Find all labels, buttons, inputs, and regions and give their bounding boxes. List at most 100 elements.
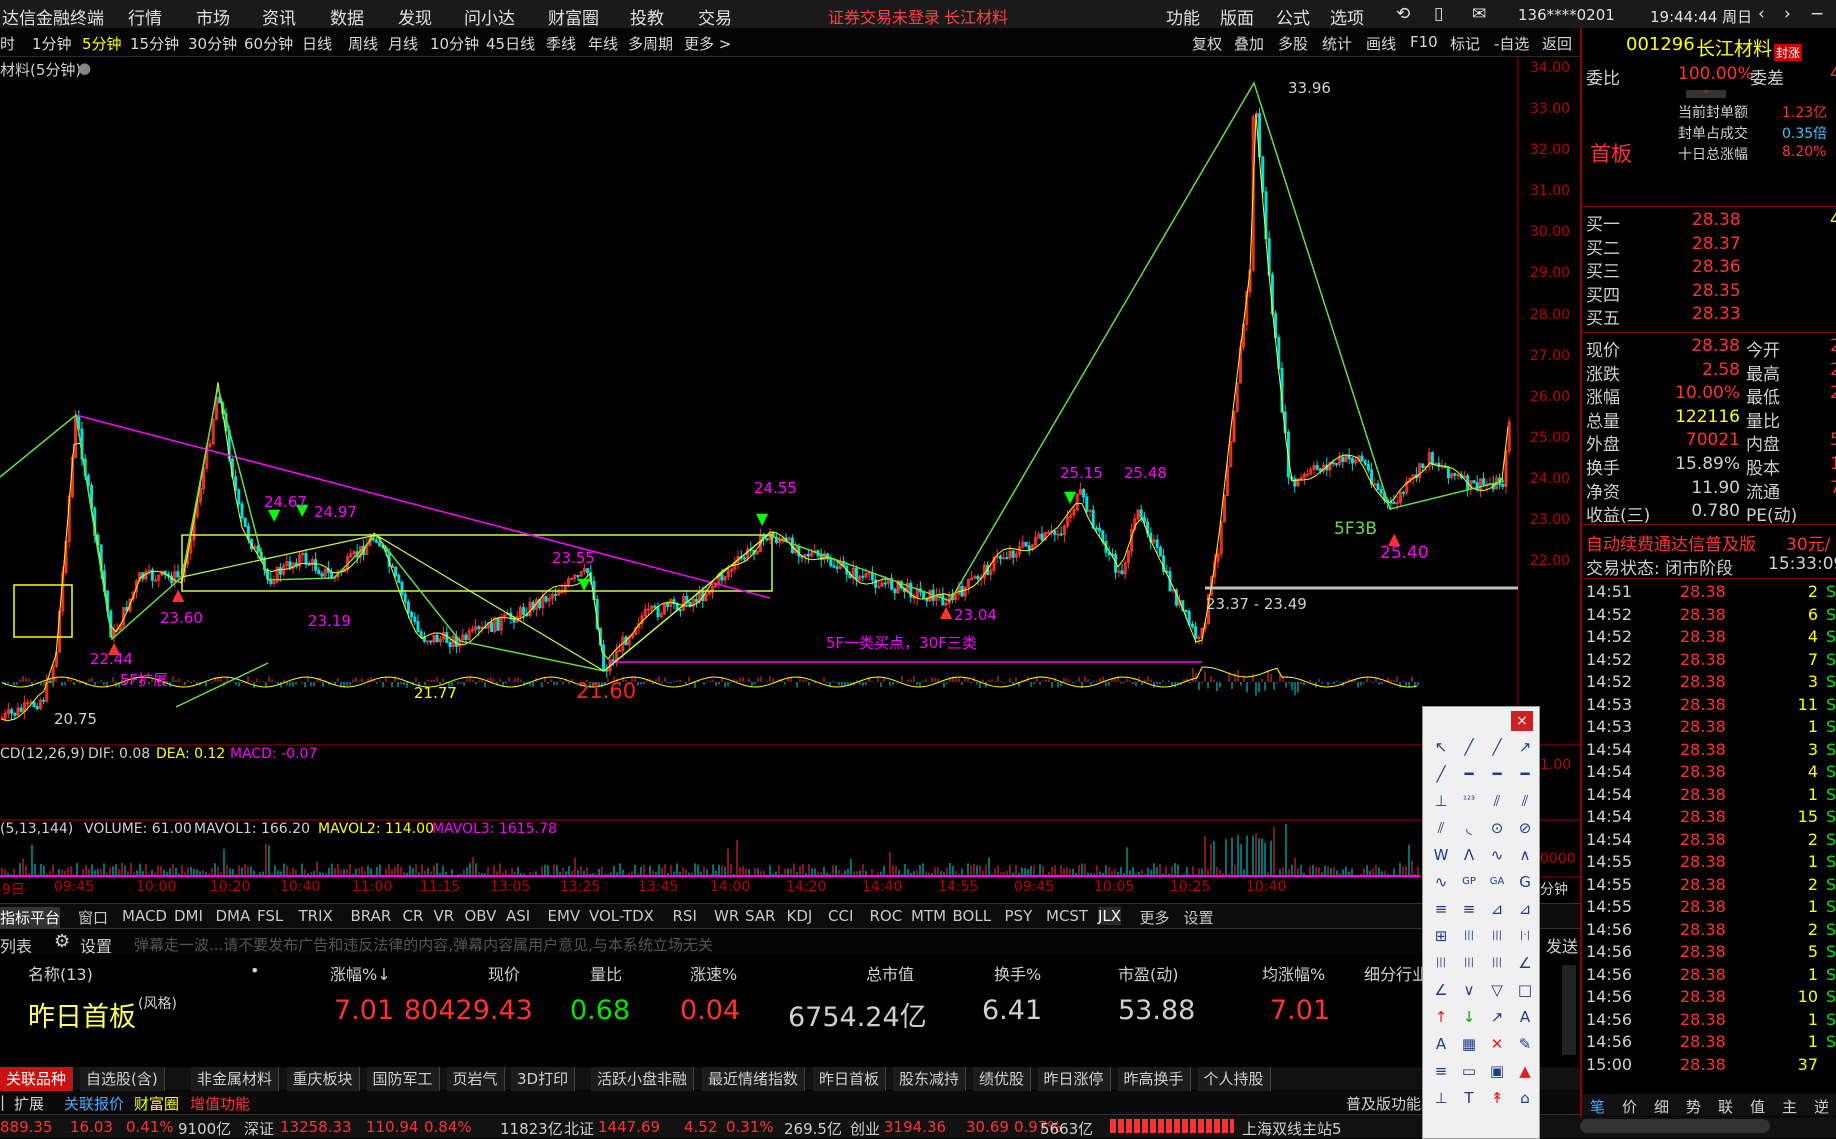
login-alert[interactable]: 证券交易未登录 bbox=[828, 4, 940, 28]
col-header-avgchg[interactable]: 均涨幅% bbox=[1262, 961, 1325, 985]
sector-tab[interactable]: 昨高换手 bbox=[1117, 1067, 1191, 1091]
indicator-tab[interactable]: KDJ bbox=[787, 907, 813, 925]
indicator-tab[interactable]: DMA bbox=[216, 907, 251, 925]
indicator-tab[interactable]: 窗口 bbox=[78, 907, 108, 928]
expand-icon[interactable]: | bbox=[0, 1093, 5, 1111]
col-header-speed[interactable]: 涨速% bbox=[690, 961, 737, 985]
grid-icon[interactable]: ⊞ bbox=[1429, 924, 1453, 948]
tab-related-quote[interactable]: 关联报价 bbox=[64, 1093, 124, 1114]
indicator-tab[interactable]: FSL bbox=[257, 907, 283, 925]
col-header-turnover[interactable]: 换手% bbox=[994, 961, 1041, 985]
sz-index[interactable]: 13258.33 bbox=[280, 1118, 352, 1136]
gear-icon[interactable]: ⚙ bbox=[54, 931, 70, 952]
danmu-input[interactable]: 弹幕走一波...请不要发布广告和违反法律的内容,弹幕内容属用户意见,与本系统立场… bbox=[134, 934, 713, 955]
sine-icon[interactable]: ∿ bbox=[1429, 870, 1453, 894]
period-tab[interactable]: 时 bbox=[0, 33, 15, 54]
period-tab[interactable]: 日线 bbox=[302, 33, 332, 54]
sector-tab[interactable]: 个人持股 bbox=[1197, 1067, 1271, 1091]
channel-icon[interactable]: ⫽ bbox=[1513, 789, 1537, 813]
menu-item-market[interactable]: 市场 bbox=[196, 4, 230, 29]
period-tab[interactable]: 30分钟 bbox=[188, 33, 237, 54]
ga-icon[interactable]: GA bbox=[1485, 870, 1509, 894]
ellipse-icon[interactable]: ⊘ bbox=[1513, 816, 1537, 840]
bid-row[interactable]: 买五 28.33 bbox=[1586, 304, 1836, 329]
tab-addon[interactable]: 增值功能 bbox=[190, 1093, 250, 1114]
indicator-tab[interactable]: BRAR bbox=[351, 907, 392, 925]
bid-row[interactable]: 买二 28.37 bbox=[1586, 234, 1836, 259]
period-tab[interactable]: 1分钟 bbox=[32, 33, 72, 54]
indicator-tab[interactable]: OBV bbox=[465, 907, 497, 925]
fib-icon[interactable]: ≡ bbox=[1429, 897, 1453, 921]
tool-draw[interactable]: 画线 bbox=[1366, 33, 1396, 54]
bid-row[interactable]: 买四 28.35 bbox=[1586, 281, 1836, 306]
arc-icon[interactable]: ◟ bbox=[1457, 816, 1481, 840]
indicator-tab[interactable]: DMI bbox=[174, 907, 203, 925]
tab-expand[interactable]: 扩展 bbox=[14, 1093, 44, 1114]
kline-canvas[interactable]: ▲ ▲ ▼ ▼ ▼ ▼ ▲ ▼ ▲ bbox=[0, 57, 1580, 892]
indicator-tab[interactable]: EMV bbox=[548, 907, 581, 925]
indicator-tab[interactable]: CCI bbox=[828, 907, 853, 925]
forward-icon[interactable]: › bbox=[1784, 4, 1791, 24]
col-header-pe[interactable]: 市盈(动) bbox=[1118, 961, 1179, 985]
indicator-tab[interactable]: MACD bbox=[122, 907, 167, 925]
period-tab-active[interactable]: 5分钟 bbox=[82, 33, 122, 54]
menu-item-wealth[interactable]: 财富圈 bbox=[548, 4, 599, 29]
menu-item-edu[interactable]: 投教 bbox=[630, 4, 664, 29]
menu-item-trade[interactable]: 交易 bbox=[698, 4, 732, 29]
curve-icon[interactable]: ∿ bbox=[1485, 843, 1509, 867]
sector-tab[interactable]: 3D打印 bbox=[511, 1067, 576, 1091]
down-arrow-icon[interactable]: ↓ bbox=[1457, 1005, 1481, 1029]
tab-wealth[interactable]: 财富圈 bbox=[134, 1093, 179, 1114]
angle-icon[interactable]: ∠ bbox=[1513, 951, 1537, 975]
server-name[interactable]: 上海双线主站5 bbox=[1242, 1118, 1342, 1139]
indicator-tab[interactable]: PSY bbox=[1005, 907, 1033, 925]
peak-icon[interactable]: Λ bbox=[1457, 843, 1481, 867]
col-header-name[interactable]: 名称(13) bbox=[28, 961, 93, 985]
indicator-tab[interactable]: JLX bbox=[1098, 907, 1122, 925]
house-icon[interactable]: ⌂ bbox=[1513, 1086, 1537, 1110]
chart-settings-icon[interactable]: ● bbox=[78, 59, 91, 77]
bars3-icon[interactable]: ||| bbox=[1485, 951, 1509, 975]
text-icon[interactable]: A bbox=[1513, 1005, 1537, 1029]
close-icon[interactable]: × bbox=[1511, 711, 1533, 731]
sector-tab[interactable]: 昨日涨停 bbox=[1037, 1067, 1111, 1091]
indicator-tab[interactable]: WR bbox=[714, 907, 739, 925]
period-tab[interactable]: 年线 bbox=[588, 33, 618, 54]
indicator-tab[interactable]: 设置 bbox=[1184, 907, 1214, 928]
up-arrow-icon[interactable]: ↑ bbox=[1429, 1005, 1453, 1029]
table-scrollbar[interactable] bbox=[1562, 965, 1576, 1055]
period-icon[interactable]: ||| bbox=[1457, 924, 1481, 948]
refresh-icon[interactable]: ⟲ bbox=[1396, 4, 1410, 24]
fan-icon[interactable]: ⊿ bbox=[1485, 897, 1509, 921]
indicator-tab[interactable]: ROC bbox=[870, 907, 903, 925]
channel2-icon[interactable]: ⫽ bbox=[1429, 816, 1453, 840]
hray-icon[interactable]: ━ bbox=[1513, 762, 1537, 786]
cycle2-icon[interactable]: |·| bbox=[1513, 924, 1537, 948]
sector-tab[interactable]: 关联品种 bbox=[0, 1067, 74, 1091]
up-flag-icon[interactable]: ↟ bbox=[1485, 1086, 1509, 1110]
circle-icon[interactable]: ⊙ bbox=[1485, 816, 1509, 840]
sh-index[interactable]: 889.35 bbox=[0, 1118, 53, 1136]
sector-tab[interactable]: 重庆板块 bbox=[286, 1067, 360, 1091]
text-box-icon[interactable]: A bbox=[1429, 1032, 1453, 1056]
quote-tab[interactable]: 主 bbox=[1782, 1096, 1797, 1117]
wave-icon[interactable]: W bbox=[1429, 843, 1453, 867]
mail-icon[interactable]: ✉ bbox=[1472, 4, 1486, 24]
collapse-icon[interactable]: ^ bbox=[1686, 90, 1726, 98]
back-icon[interactable]: ‹ bbox=[1758, 4, 1765, 24]
flag-icon[interactable]: ▲ bbox=[1513, 1059, 1537, 1083]
bid-row[interactable]: 买三 28.36 bbox=[1586, 257, 1836, 282]
frame-icon[interactable]: ▣ bbox=[1485, 1059, 1509, 1083]
pointer-icon[interactable]: ↖ bbox=[1429, 735, 1453, 759]
minimize-icon[interactable]: − bbox=[1810, 4, 1824, 24]
indicator-tab[interactable]: CR bbox=[403, 907, 424, 925]
list-icon[interactable]: ≡ bbox=[1429, 1059, 1453, 1083]
indicator-tab[interactable]: TRIX bbox=[299, 907, 333, 925]
parallel-icon[interactable]: ⫽ bbox=[1485, 789, 1509, 813]
indicator-tab[interactable]: 更多 bbox=[1140, 907, 1170, 928]
sector-tab[interactable]: 自选股(含) bbox=[80, 1067, 165, 1091]
indicator-tab[interactable]: RSI bbox=[673, 907, 697, 925]
anchor-icon[interactable]: ⊥ bbox=[1429, 1086, 1453, 1110]
arrow-line-icon[interactable]: ↗ bbox=[1513, 735, 1537, 759]
menu-item-news[interactable]: 资讯 bbox=[262, 4, 296, 29]
